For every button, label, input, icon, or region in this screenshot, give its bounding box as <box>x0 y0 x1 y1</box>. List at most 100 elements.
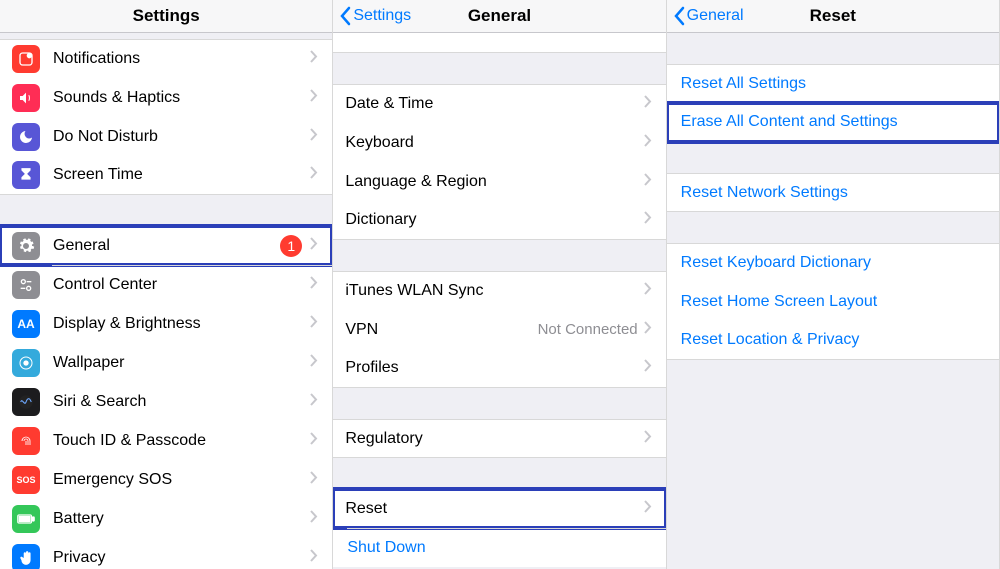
chevron-right-icon <box>644 211 652 229</box>
label: General <box>53 237 280 255</box>
row-regulatory[interactable]: Regulatory <box>333 419 665 458</box>
label: iTunes WLAN Sync <box>345 282 643 300</box>
chevron-right-icon <box>644 321 652 339</box>
label: Do Not Disturb <box>53 128 310 146</box>
chevron-right-icon <box>310 354 318 372</box>
row-language-region[interactable]: Language & Region <box>333 162 665 201</box>
label: Notifications <box>53 50 310 68</box>
label: Display & Brightness <box>53 315 310 333</box>
row-control-center[interactable]: Control Center <box>0 265 332 304</box>
gear-icon <box>12 232 40 260</box>
battery-icon <box>12 505 40 533</box>
row-reset-home-screen[interactable]: Reset Home Screen Layout <box>667 282 999 321</box>
chevron-right-icon <box>644 134 652 152</box>
row-wallpaper[interactable]: Wallpaper <box>0 343 332 382</box>
row-keyboard[interactable]: Keyboard <box>333 123 665 162</box>
general-pane: Settings General Date & Time Keyboard La… <box>333 0 666 569</box>
row-reset-network[interactable]: Reset Network Settings <box>667 173 999 212</box>
sos-icon: SOS <box>12 466 40 494</box>
row-erase-all-content[interactable]: Erase All Content and Settings <box>667 103 999 142</box>
label: Reset Location & Privacy <box>681 331 860 349</box>
label: Date & Time <box>345 95 643 113</box>
row-battery[interactable]: Battery <box>0 499 332 538</box>
label: Reset Keyboard Dictionary <box>681 254 871 272</box>
sounds-icon <box>12 84 40 112</box>
row-date-time[interactable]: Date & Time <box>333 84 665 123</box>
label: Reset All Settings <box>681 75 806 93</box>
label: Screen Time <box>53 166 310 184</box>
chevron-right-icon <box>310 89 318 107</box>
row-privacy[interactable]: Privacy <box>0 538 332 569</box>
label: Keyboard <box>345 134 643 152</box>
header: Settings General <box>333 0 665 33</box>
wallpaper-icon <box>12 349 40 377</box>
siri-icon <box>12 388 40 416</box>
chevron-right-icon <box>644 95 652 113</box>
label: Dictionary <box>345 211 643 229</box>
chevron-right-icon <box>310 432 318 450</box>
row-do-not-disturb[interactable]: Do Not Disturb <box>0 117 332 156</box>
row-display-brightness[interactable]: AA Display & Brightness <box>0 304 332 343</box>
chevron-right-icon <box>310 50 318 68</box>
row-partial-top[interactable] <box>333 33 665 53</box>
label: Siri & Search <box>53 393 310 411</box>
back-button[interactable]: Settings <box>333 6 411 26</box>
chevron-right-icon <box>310 315 318 333</box>
row-vpn[interactable]: VPN Not Connected <box>333 310 665 349</box>
chevron-right-icon <box>644 359 652 377</box>
reset-pane: General Reset Reset All Settings Erase A… <box>667 0 1000 569</box>
chevron-right-icon <box>310 510 318 528</box>
row-reset[interactable]: Reset <box>333 489 665 528</box>
row-emergency-sos[interactable]: SOS Emergency SOS <box>0 460 332 499</box>
label: Control Center <box>53 276 310 294</box>
chevron-right-icon <box>644 173 652 191</box>
row-reset-location-privacy[interactable]: Reset Location & Privacy <box>667 321 999 360</box>
chevron-right-icon <box>310 166 318 184</box>
label: Reset <box>345 500 643 518</box>
settings-list: Notifications Sounds & Haptics Do Not Di… <box>0 33 332 569</box>
chevron-right-icon <box>310 128 318 146</box>
row-reset-keyboard-dictionary[interactable]: Reset Keyboard Dictionary <box>667 243 999 282</box>
label: Reset Network Settings <box>681 184 848 202</box>
row-notifications[interactable]: Notifications <box>0 39 332 78</box>
label: Reset Home Screen Layout <box>681 293 878 311</box>
label: Shut Down <box>347 539 425 557</box>
chevron-right-icon <box>644 430 652 448</box>
chevron-left-icon <box>673 6 685 26</box>
badge: 1 <box>280 235 302 257</box>
row-siri[interactable]: Siri & Search <box>0 382 332 421</box>
chevron-right-icon <box>644 282 652 300</box>
row-sounds[interactable]: Sounds & Haptics <box>0 78 332 117</box>
chevron-right-icon <box>644 500 652 518</box>
page-title: Settings <box>0 6 332 26</box>
row-screen-time[interactable]: Screen Time <box>0 156 332 195</box>
back-button[interactable]: General <box>667 6 744 26</box>
chevron-right-icon <box>310 276 318 294</box>
chevron-right-icon <box>310 471 318 489</box>
chevron-right-icon <box>310 393 318 411</box>
chevron-left-icon <box>339 6 351 26</box>
row-itunes-wlan-sync[interactable]: iTunes WLAN Sync <box>333 271 665 310</box>
header: Settings <box>0 0 332 33</box>
label: Language & Region <box>345 173 643 191</box>
label: Regulatory <box>345 430 643 448</box>
row-general[interactable]: General 1 <box>0 226 332 265</box>
row-touch-id[interactable]: Touch ID & Passcode <box>0 421 332 460</box>
settings-pane: Settings Notifications Sounds & Haptics … <box>0 0 333 569</box>
label: Touch ID & Passcode <box>53 432 310 450</box>
hand-icon <box>12 544 40 569</box>
back-label: General <box>687 7 744 25</box>
row-dictionary[interactable]: Dictionary <box>333 201 665 240</box>
back-label: Settings <box>353 7 411 25</box>
notifications-icon <box>12 45 40 73</box>
header: General Reset <box>667 0 999 33</box>
label: Erase All Content and Settings <box>681 113 898 131</box>
row-shut-down[interactable]: Shut Down <box>333 528 665 567</box>
row-profiles[interactable]: Profiles <box>333 349 665 388</box>
chevron-right-icon <box>310 549 318 567</box>
row-reset-all-settings[interactable]: Reset All Settings <box>667 64 999 103</box>
label: Emergency SOS <box>53 471 310 489</box>
general-list: Date & Time Keyboard Language & Region D… <box>333 33 665 569</box>
toggles-icon <box>12 271 40 299</box>
label: Privacy <box>53 549 310 567</box>
